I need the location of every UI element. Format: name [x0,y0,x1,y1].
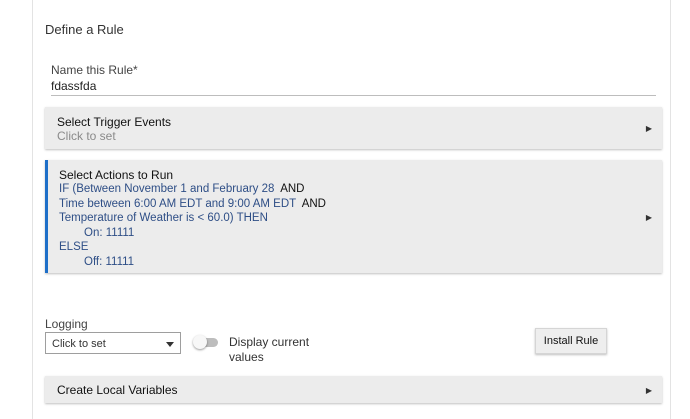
triangle-right-icon[interactable]: ▶ [646,124,652,133]
action-keyword: AND [301,197,326,210]
section-title: Define a Rule [45,22,124,37]
action-line-text: On: 11111 [84,226,135,239]
action-line: IF (Between November 1 and February 28 A… [59,182,326,197]
action-line: On: 11111 [59,226,326,241]
actions-panel-title: Select Actions to Run [59,168,174,182]
action-line-text: ELSE [59,241,89,254]
triangle-right-icon[interactable]: ▶ [646,386,652,395]
caret-down-icon [166,342,174,347]
triangle-right-icon[interactable]: ▶ [646,213,652,222]
rule-name-input[interactable]: fdassfda [51,79,96,93]
action-line: Off: 11111 [59,255,326,270]
logging-select-value: Click to set [52,338,106,350]
action-line-text: Off: 11111 [84,255,135,268]
rule-name-label: Name this Rule* [51,63,138,77]
locals-panel-title: Create Local Variables [57,383,178,397]
logging-label: Logging [45,317,88,331]
action-line-text: IF (Between November 1 and February 28 [59,183,275,195]
action-line: ELSE [59,240,326,255]
create-local-variables-panel[interactable]: Create Local Variables ▶ [45,376,662,403]
action-line-text: Temperature of Weather is < 60.0) THEN [59,212,268,225]
install-rule-button[interactable]: Install Rule [535,328,607,354]
logging-select[interactable]: Click to set [45,332,181,354]
action-line: Temperature of Weather is < 60.0) THEN [59,211,326,226]
action-line-text: Time between 6:00 AM EDT and 9:00 AM EDT [59,197,296,210]
display-values-label: Display current values [229,335,310,364]
actions-summary: IF (Between November 1 and February 28 A… [59,182,326,270]
rule-name-underline [51,95,656,96]
toggle-knob[interactable] [193,335,207,349]
action-keyword: AND [280,183,305,195]
action-line: Time between 6:00 AM EDT and 9:00 AM EDT… [59,197,326,212]
trigger-panel-title: Select Trigger Events [57,115,172,129]
select-actions-panel[interactable]: Select Actions to Run IF (Between Novemb… [45,160,662,273]
trigger-panel-subtitle: Click to set [57,129,116,143]
select-trigger-events-panel[interactable]: Select Trigger Events Click to set ▶ [45,107,662,149]
